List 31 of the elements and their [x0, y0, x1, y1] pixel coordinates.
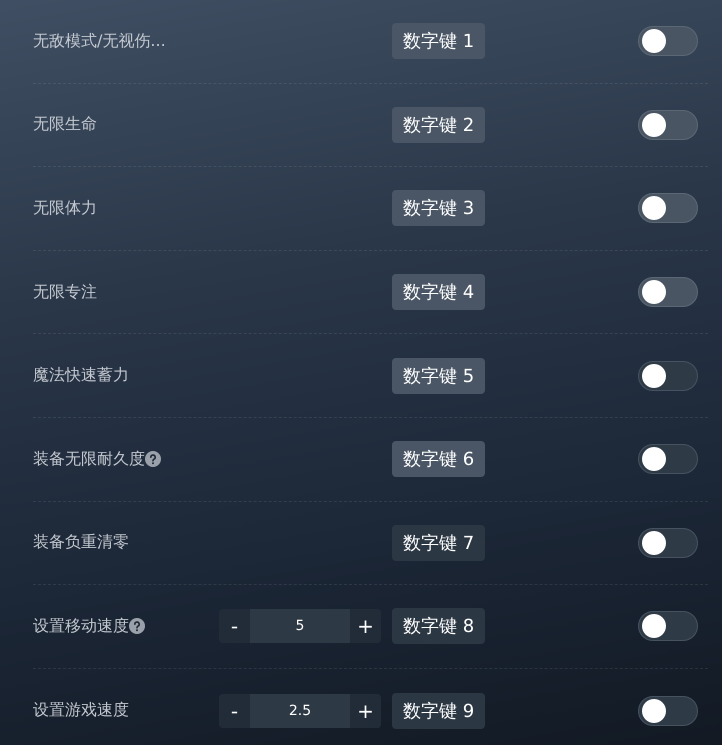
hotkey-badge[interactable]: 数字键 5 — [392, 358, 486, 394]
hotkey-badge[interactable]: 数字键 1 — [392, 23, 486, 60]
hotkey-badge[interactable]: 数字键 4 — [392, 274, 486, 310]
toggle-switch[interactable] — [638, 360, 698, 391]
option-label: 无限生命 — [33, 114, 97, 136]
option-label: 设置游戏速度 — [33, 700, 129, 722]
toggle-switch[interactable] — [638, 110, 698, 140]
help-icon[interactable] — [145, 451, 161, 468]
toggle-switch[interactable] — [638, 696, 698, 726]
hotkey-badge[interactable]: 数字键 8 — [392, 608, 486, 644]
option-label: 无限专注 — [33, 282, 97, 303]
hotkey-badge[interactable]: 数字键 6 — [392, 441, 486, 478]
option-label: 装备负重清零 — [33, 532, 129, 554]
hotkey-badge[interactable]: 数字键 3 — [392, 190, 486, 226]
toggle-switch[interactable] — [638, 277, 698, 308]
toggle-switch[interactable] — [638, 193, 698, 224]
toggle-switch[interactable] — [638, 528, 698, 558]
toggle-switch[interactable] — [638, 444, 698, 474]
option-label: 无敌模式/无视伤... — [33, 30, 166, 52]
help-icon[interactable] — [129, 618, 145, 634]
hotkey-badge[interactable]: 数字键 7 — [392, 524, 486, 561]
option-label: 魔法快速蓄力 — [33, 365, 129, 386]
hotkey-badge[interactable]: 数字键 2 — [392, 106, 486, 143]
value-field[interactable]: 2.5 — [250, 694, 350, 728]
toggle-switch[interactable] — [638, 611, 698, 642]
hotkey-badge[interactable]: 数字键 9 — [392, 692, 486, 729]
option-label: 设置移动速度 — [33, 616, 129, 637]
option-label: 装备无限耐久度 — [33, 448, 145, 470]
option-label: 无限体力 — [33, 198, 97, 219]
value-field[interactable]: 5 — [250, 609, 350, 644]
toggle-switch[interactable] — [638, 26, 698, 56]
